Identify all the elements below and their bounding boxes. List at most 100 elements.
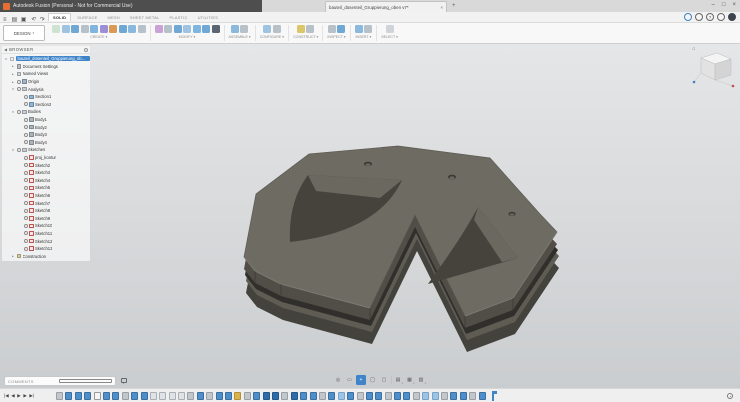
close-button[interactable]: × [732,1,736,9]
timeline-feature-icon[interactable] [178,392,185,400]
tree-item-sketch8[interactable]: Sketch8 [2,207,90,215]
visibility-eye-icon[interactable] [24,156,28,160]
visibility-eye-icon[interactable] [24,125,28,129]
visibility-eye-icon[interactable] [24,163,28,167]
tab-surface[interactable]: SURFACE [73,14,101,21]
expander-icon[interactable]: ▾ [11,87,15,91]
timeline-feature-icon[interactable] [141,392,148,400]
tool-icon[interactable] [164,25,172,33]
timeline-feature-icon[interactable] [469,392,476,400]
tree-item-sketch11[interactable]: Sketch11 [2,230,90,238]
ribbon-group-label[interactable]: INSPECT ▾ [327,35,345,39]
tree-item-section2[interactable]: Section2 [2,101,90,109]
expander-icon[interactable]: ▸ [11,80,15,84]
comment-toggle-icon[interactable] [121,378,127,383]
ribbon-group-label[interactable]: CONSTRUCT ▾ [293,35,318,39]
tree-item-sketch4[interactable]: Sketch4 [2,177,90,185]
visibility-eye-icon[interactable] [24,247,28,251]
tool-icon[interactable] [240,25,248,33]
tool-icon[interactable] [202,25,210,33]
tool-icon[interactable] [109,25,117,33]
timeline-feature-icon[interactable] [281,392,288,400]
document-tab[interactable]: bauteil_düsenteil_Gruppierung_oben v7* × [325,1,447,12]
timeline-feature-icon[interactable] [441,392,448,400]
expander-icon[interactable]: ▾ [4,57,8,61]
tool-icon[interactable] [183,25,191,33]
timeline-feature-icon[interactable] [375,392,382,400]
tab-plastic[interactable]: PLASTIC [166,14,192,21]
tool-icon[interactable] [90,25,98,33]
visibility-eye-icon[interactable] [24,178,28,182]
tab-sheet-metal[interactable]: SHEET METAL [126,14,164,21]
look-at-button[interactable]: ▭ [345,375,355,385]
tree-item-body1[interactable]: Body1 [2,116,90,124]
tree-item-proj-kontur[interactable]: proj_kontur [2,154,90,162]
skip-to-end-button[interactable]: ▶| [29,389,34,402]
visibility-eye-icon[interactable] [24,171,28,175]
timeline-feature-icon[interactable] [150,392,157,400]
timeline-feature-icon[interactable] [385,392,392,400]
timeline-feature-icon[interactable] [112,392,119,400]
timeline-feature-icon[interactable] [244,392,251,400]
timeline-feature-icon[interactable] [319,392,326,400]
timeline-feature-icon[interactable] [328,392,335,400]
timeline-feature-icon[interactable] [347,392,354,400]
expander-icon[interactable]: ▸ [11,64,15,68]
timeline-feature-icon[interactable] [234,392,241,400]
tab-mesh[interactable]: MESH [104,14,124,21]
timeline-feature-icon[interactable] [338,392,345,400]
tool-icon[interactable] [193,25,201,33]
browser-options-icon[interactable] [84,48,88,52]
visibility-eye-icon[interactable] [17,110,21,114]
tool-icon[interactable] [128,25,136,33]
timeline-feature-icon[interactable] [187,392,194,400]
timeline-feature-icon[interactable] [263,392,270,400]
tool-icon[interactable] [155,25,163,33]
tree-item-document-settings[interactable]: ▸Document Settings [2,63,90,71]
timeline-feature-icon[interactable] [169,392,176,400]
tool-icon[interactable] [81,25,89,33]
visibility-eye-icon[interactable] [24,118,28,122]
orbit-button[interactable]: ◎ [333,375,343,385]
step-back-button[interactable]: ◀ [11,389,15,402]
visibility-eye-icon[interactable] [24,239,28,243]
viewports-button[interactable]: ▧▾ [416,375,426,385]
tool-icon[interactable] [337,25,345,33]
tab-solid[interactable]: SOLID [48,13,71,21]
help-icon[interactable]: ? [706,13,714,21]
ribbon-group-label[interactable]: CONFIGURE ▾ [260,35,284,39]
timeline-feature-icon[interactable] [84,392,91,400]
visibility-eye-icon[interactable] [24,231,28,235]
tool-icon[interactable] [263,25,271,33]
tree-item-body2[interactable]: Body2 [2,123,90,131]
tree-item-bauteil-d-senteil-gruppierung-oben-v7[interactable]: ▾bauteil_düsenteil_Gruppierung_oben v7 [2,55,90,63]
tool-icon[interactable] [306,25,314,33]
model-3d-bracket[interactable] [230,124,566,364]
tree-item-sketch2[interactable]: Sketch2 [2,161,90,169]
expander-icon[interactable]: ▾ [11,148,15,152]
tree-item-sketches[interactable]: ▾Sketches [2,146,90,154]
step-forward-button[interactable]: ▶ [23,389,27,402]
timeline-feature-icon[interactable] [225,392,232,400]
tree-item-analysis[interactable]: ▾Analysis [2,85,90,93]
job-status-icon[interactable] [684,13,692,21]
visibility-eye-icon[interactable] [24,140,28,144]
pan-button[interactable]: + [356,375,366,385]
visibility-eye-icon[interactable] [24,216,28,220]
tool-icon[interactable] [328,25,336,33]
profile-avatar-icon[interactable] [728,13,736,21]
notifications-icon[interactable] [717,13,725,21]
visibility-eye-icon[interactable] [24,224,28,228]
minimize-button[interactable]: – [712,1,715,9]
tool-icon[interactable] [212,25,220,33]
timeline-feature-icon[interactable] [422,392,429,400]
visibility-eye-icon[interactable] [17,87,21,91]
fit-button[interactable]: ▢ [379,375,389,385]
visibility-eye-icon[interactable] [24,193,28,197]
timeline-feature-icon[interactable] [103,392,110,400]
tree-item-sketch13[interactable]: Sketch13 [2,245,90,253]
tree-item-section1[interactable]: Section1 [2,93,90,101]
timeline-feature-icon[interactable] [291,392,298,400]
expander-icon[interactable]: ▸ [11,254,15,258]
tool-icon[interactable] [62,25,70,33]
